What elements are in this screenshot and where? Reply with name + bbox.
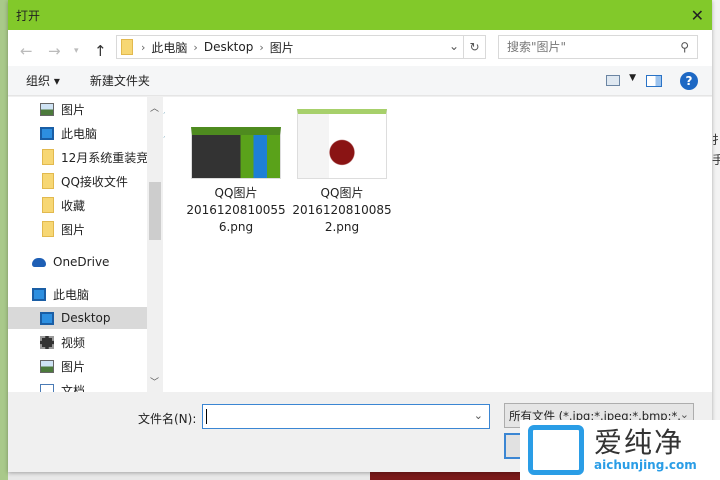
folder-icon	[42, 197, 54, 213]
forward-arrow-icon[interactable]: →	[48, 42, 61, 60]
preview-pane-icon[interactable]	[646, 75, 662, 87]
chevron-right-icon: ›	[259, 40, 264, 54]
chevron-right-icon: ›	[141, 40, 146, 54]
file-name: 6.png	[218, 220, 254, 234]
picture-icon	[40, 359, 54, 373]
open-file-dialog: 打开 ✕ ← → ▾ ↑ › 此电脑 › Desktop › 图片 ⌄ ↻ 搜索…	[8, 0, 712, 472]
up-arrow-icon[interactable]: ↑	[94, 42, 107, 60]
document-icon	[40, 383, 54, 392]
nav-item-this-pc[interactable]: 此电脑	[32, 283, 165, 305]
nav-label: 图片	[61, 359, 86, 374]
chevron-right-icon: ›	[193, 40, 198, 54]
close-icon[interactable]: ✕	[691, 6, 704, 25]
nav-label: Desktop	[61, 311, 111, 325]
nav-label: 视频	[61, 335, 86, 350]
file-thumbnail	[297, 109, 387, 179]
nav-label: 此电脑	[53, 287, 90, 302]
folder-icon	[42, 149, 54, 165]
view-icon[interactable]	[606, 75, 620, 86]
breadcrumb-pictures[interactable]: 图片	[270, 39, 294, 56]
scrollbar-thumb[interactable]	[149, 182, 161, 240]
filename-dropdown-icon[interactable]: ⌄	[474, 409, 483, 422]
picture-icon	[40, 102, 54, 116]
onedrive-cloud-icon	[32, 257, 46, 267]
nav-label: 收藏	[61, 198, 86, 213]
nav-scrollbar[interactable]: ︿ ﹀	[147, 97, 163, 392]
nav-item-onedrive[interactable]: OneDrive	[32, 251, 165, 273]
help-icon[interactable]: ?	[680, 72, 698, 90]
address-bar[interactable]: › 此电脑 › Desktop › 图片 ⌄ ↻	[116, 35, 486, 59]
nav-label: QQ接收文件	[61, 174, 128, 189]
watermark-en: aichunjing.com	[594, 458, 697, 472]
scroll-down-icon[interactable]: ﹀	[150, 375, 159, 388]
file-item[interactable]: QQ图片 2016120810055 6.png	[183, 127, 289, 236]
nav-label: OneDrive	[53, 255, 110, 269]
folder-icon	[42, 221, 54, 237]
nav-label: 图片	[61, 222, 86, 237]
file-list: QQ图片 2016120810055 6.png QQ图片 2016120810…	[165, 97, 712, 392]
file-name: QQ图片	[320, 186, 364, 200]
file-item[interactable]: QQ图片 2016120810085 2.png	[289, 109, 395, 236]
background-window	[0, 0, 8, 480]
computer-icon	[32, 287, 46, 301]
nav-label: 文档	[61, 383, 86, 393]
address-dropdown-icon[interactable]: ⌄	[449, 39, 459, 53]
breadcrumb-this-pc[interactable]: 此电脑	[151, 39, 187, 56]
text-caret	[206, 409, 207, 424]
file-thumbnail	[191, 127, 281, 179]
file-name: QQ图片	[214, 186, 258, 200]
background-text: 扌 手	[712, 133, 720, 167]
search-placeholder: 搜索"图片"	[507, 40, 567, 54]
watermark-logo-icon	[528, 425, 584, 475]
folder-icon	[42, 173, 54, 189]
video-icon	[40, 335, 54, 349]
file-name: 2.png	[324, 220, 360, 234]
file-name: 2016120810055	[186, 203, 286, 217]
recent-chevron-down-icon[interactable]: ▾	[74, 46, 79, 56]
watermark-cn: 爱纯净	[594, 426, 685, 459]
nav-label: 图片	[61, 102, 86, 117]
new-folder-button[interactable]: 新建文件夹	[90, 72, 150, 89]
refresh-icon[interactable]: ↻	[463, 36, 485, 58]
toolbar: 组织 ▾ 新建文件夹 ▼ ?	[8, 66, 712, 96]
file-name: 2016120810085	[292, 203, 392, 217]
scroll-up-icon[interactable]: ︿	[150, 101, 159, 114]
title-bar: 打开	[8, 0, 712, 30]
search-icon: ⚲	[680, 40, 689, 54]
nav-item-desktop[interactable]: Desktop	[8, 307, 147, 329]
back-arrow-icon[interactable]: ←	[20, 42, 33, 60]
background-window-right	[712, 0, 720, 480]
organize-button[interactable]: 组织 ▾	[26, 72, 60, 89]
nav-label: 此电脑	[61, 126, 98, 141]
nav-label: 12月系统重装竞	[61, 150, 149, 165]
breadcrumb-desktop[interactable]: Desktop	[204, 40, 254, 54]
computer-icon	[40, 126, 54, 140]
dialog-title: 打开	[16, 8, 41, 23]
address-bar-row: ← → ▾ ↑ › 此电脑 › Desktop › 图片 ⌄ ↻ 搜索"图片" ⚲	[8, 30, 712, 66]
filename-label: 文件名(N):	[138, 412, 197, 426]
search-input[interactable]: 搜索"图片" ⚲	[498, 35, 698, 59]
filename-input[interactable]: ⌄	[202, 404, 490, 429]
folder-icon	[121, 39, 133, 55]
navigation-pane: 图片📌 此电脑📌 12月系统重装竞 QQ接收文件 收藏 图片 OneDrive …	[8, 97, 165, 392]
view-dropdown-icon[interactable]: ▼	[629, 73, 636, 83]
watermark: 爱纯净 aichunjing.com	[520, 420, 720, 480]
desktop-icon	[40, 311, 54, 325]
